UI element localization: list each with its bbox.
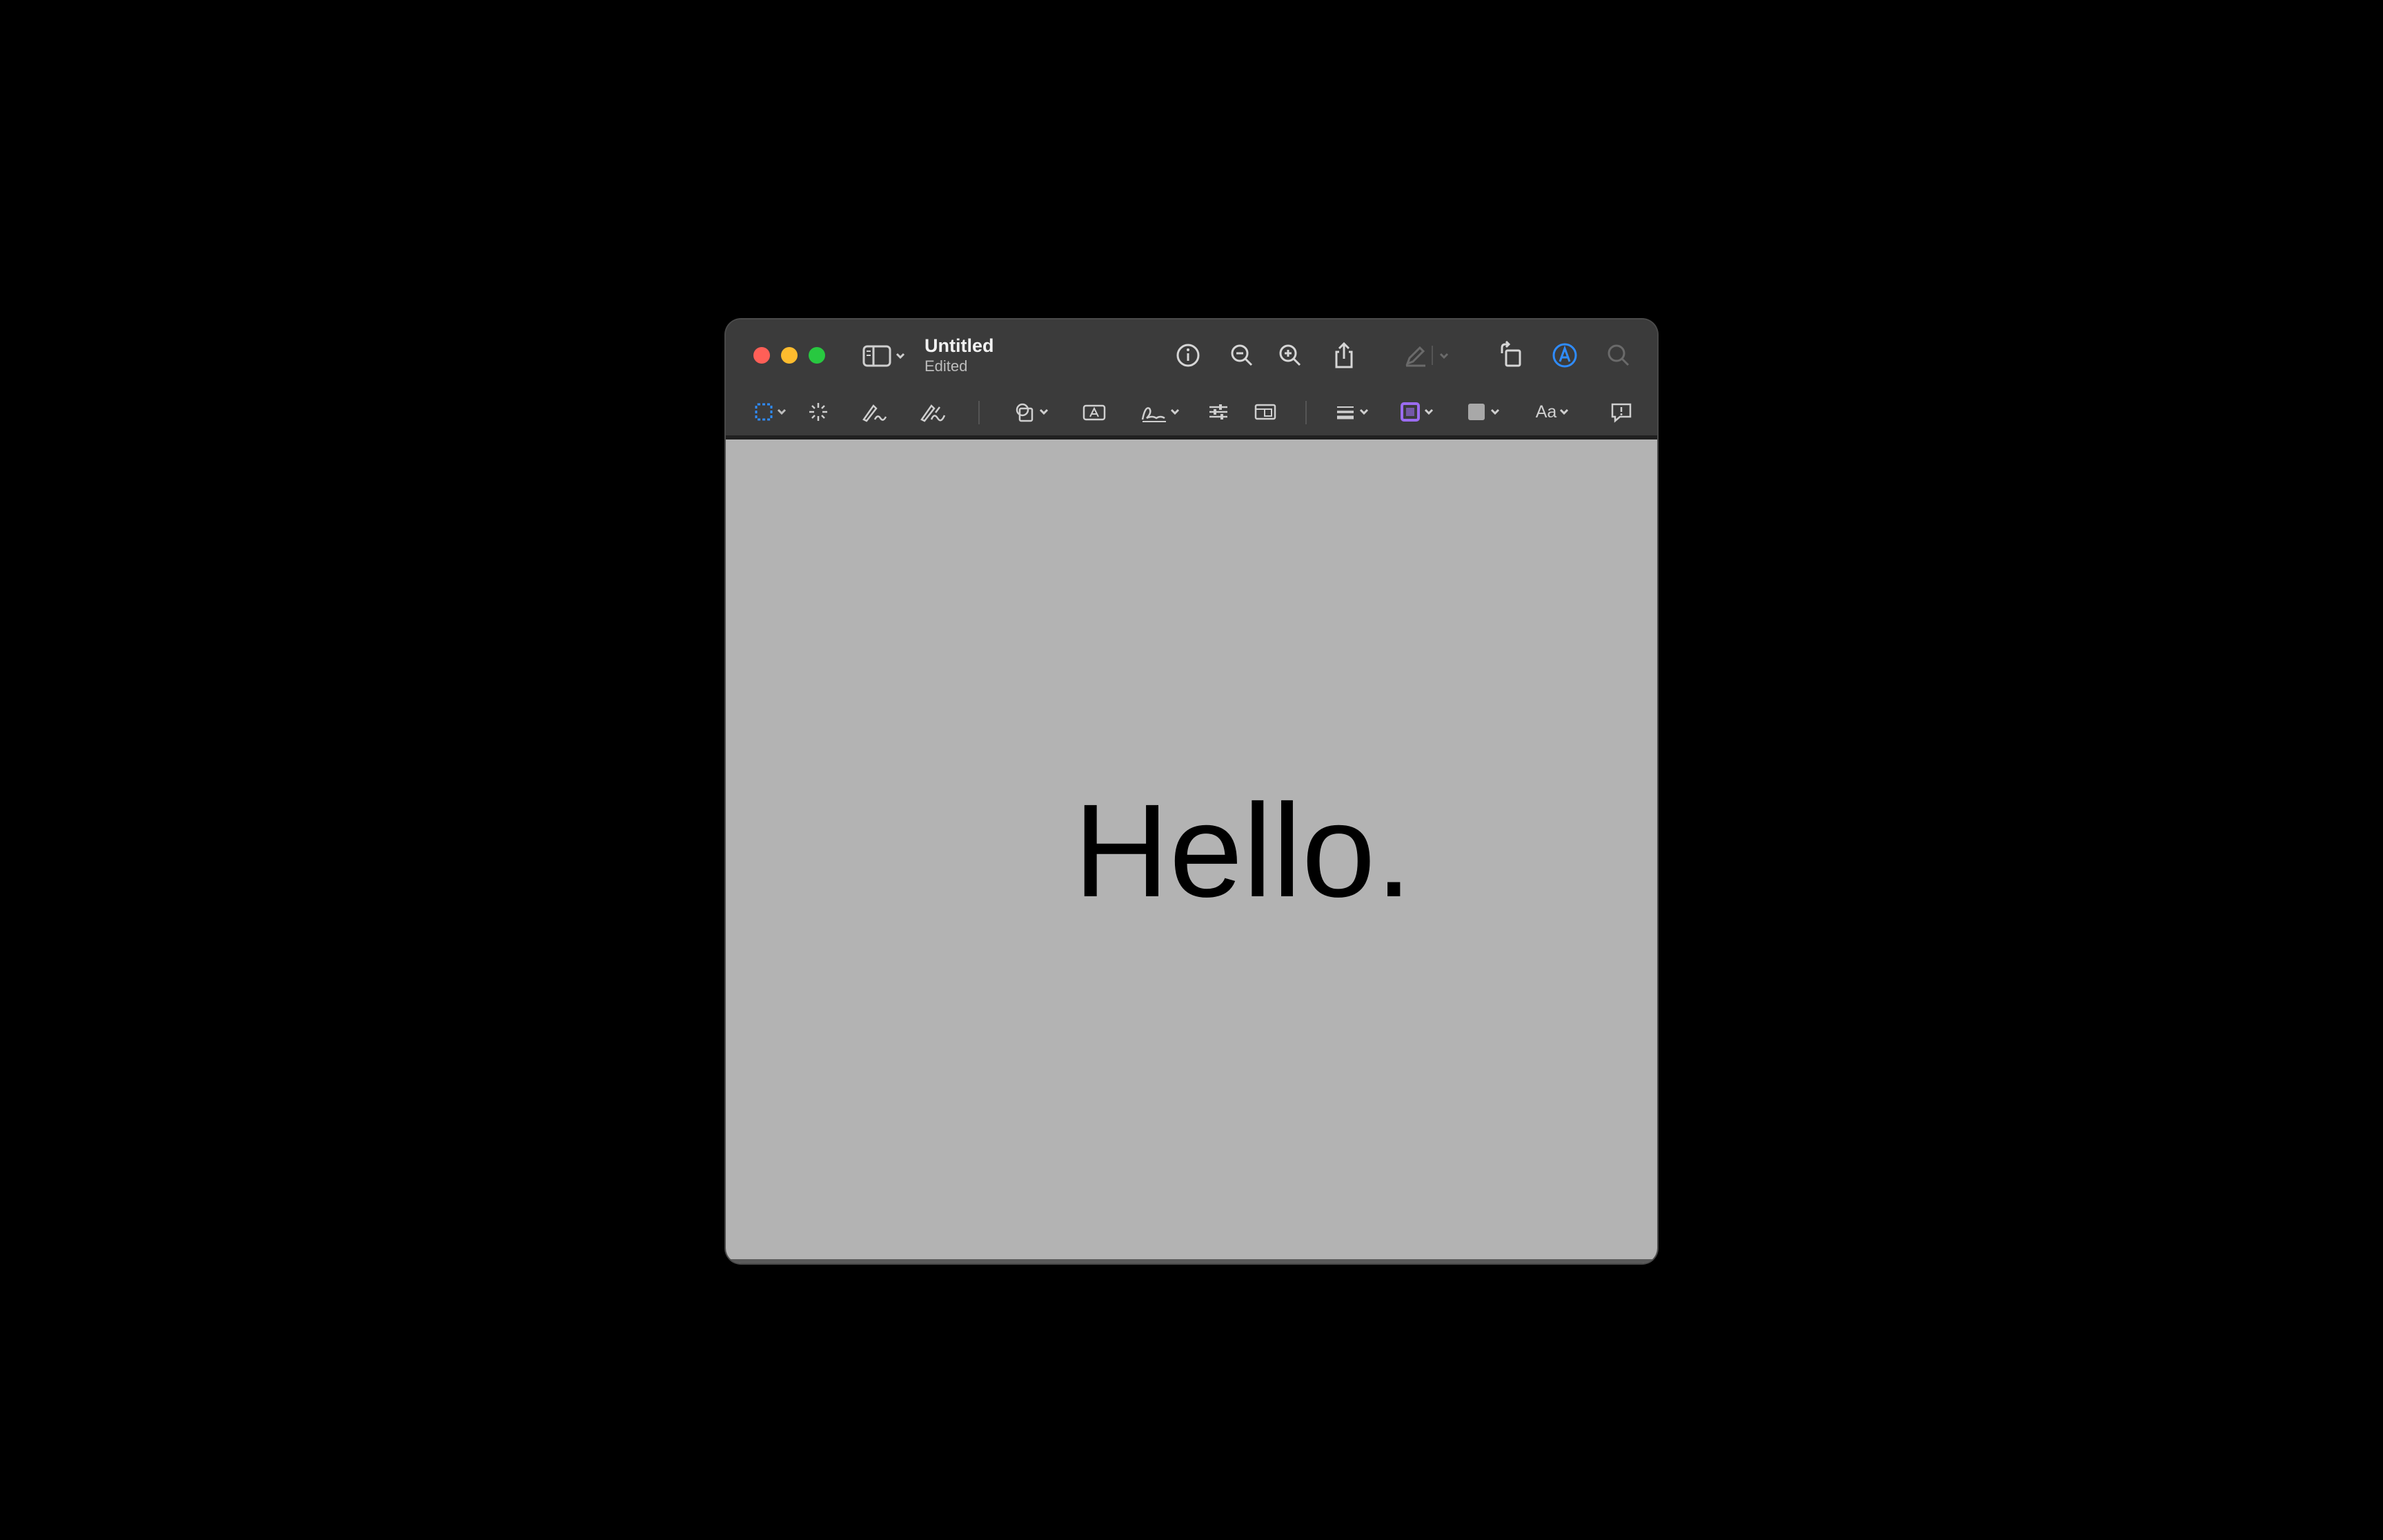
share-icon xyxy=(1332,341,1356,370)
sidebar-icon xyxy=(862,343,908,368)
search-button[interactable] xyxy=(1605,342,1632,369)
info-button[interactable] xyxy=(1174,342,1202,369)
zoom-out-icon xyxy=(1229,343,1254,368)
text-style-label: Aa xyxy=(1535,402,1557,422)
search-icon xyxy=(1606,343,1631,368)
fill-color-button[interactable] xyxy=(1465,399,1507,424)
highlight-button[interactable] xyxy=(1403,342,1452,369)
markup-toolbar: Aa xyxy=(726,390,1657,440)
markup-icon xyxy=(1552,342,1578,368)
preview-window: Untitled Edited Aa Hello. xyxy=(726,319,1657,1263)
border-color-button[interactable] xyxy=(1399,399,1441,424)
rectangular-selection-icon xyxy=(753,400,792,424)
document-text[interactable]: Hello. xyxy=(1074,784,1412,917)
document-status: Edited xyxy=(924,357,968,375)
adjust-size-icon xyxy=(1254,400,1277,424)
line-style-icon xyxy=(1333,400,1374,424)
adjust-size-button[interactable] xyxy=(1253,399,1278,424)
title-block[interactable]: Untitled Edited xyxy=(924,335,994,376)
zoom-out-button[interactable] xyxy=(1228,342,1256,369)
selection-tool-button[interactable] xyxy=(753,399,792,424)
shapes-button[interactable] xyxy=(1013,399,1054,424)
sketch-icon xyxy=(860,400,887,424)
adjust-sliders-icon xyxy=(1207,400,1230,424)
instant-alpha-button[interactable] xyxy=(806,399,831,424)
fill-color-icon xyxy=(1465,400,1507,424)
chevron-down-icon xyxy=(1556,405,1572,419)
rotate-button[interactable] xyxy=(1497,340,1525,369)
signature-icon xyxy=(1140,400,1184,424)
shape-style-button[interactable] xyxy=(1333,399,1374,424)
annotate-button[interactable] xyxy=(1608,399,1635,424)
minimize-button[interactable] xyxy=(781,347,798,364)
text-box-icon xyxy=(1081,400,1107,424)
close-button[interactable] xyxy=(753,347,770,364)
toolbar-divider xyxy=(1305,401,1307,424)
shapes-icon xyxy=(1013,400,1054,424)
sidebar-toggle-button[interactable] xyxy=(861,342,909,369)
document-canvas[interactable]: Hello. xyxy=(726,440,1657,1263)
rotate-icon xyxy=(1498,341,1524,368)
markup-toggle-button[interactable] xyxy=(1551,342,1579,369)
zoom-button[interactable] xyxy=(809,347,825,364)
text-style-button[interactable]: Aa xyxy=(1532,399,1576,424)
sketch-tool-button[interactable] xyxy=(860,399,887,424)
border-color-icon xyxy=(1399,400,1441,424)
draw-tool-button[interactable] xyxy=(919,399,947,424)
magic-wand-icon xyxy=(807,400,830,424)
text-box-button[interactable] xyxy=(1080,399,1108,424)
speech-bubble-icon xyxy=(1609,400,1634,424)
zoom-in-icon xyxy=(1278,343,1303,368)
toolbar-divider xyxy=(978,401,980,424)
document-title: Untitled xyxy=(924,335,994,356)
title-bar: Untitled Edited xyxy=(726,319,1657,390)
highlight-pen-icon xyxy=(1403,343,1452,368)
signature-button[interactable] xyxy=(1140,399,1184,424)
info-icon xyxy=(1176,343,1200,368)
share-button[interactable] xyxy=(1330,340,1358,371)
zoom-in-button[interactable] xyxy=(1276,342,1304,369)
adjust-color-button[interactable] xyxy=(1206,399,1231,424)
draw-icon xyxy=(919,400,947,424)
